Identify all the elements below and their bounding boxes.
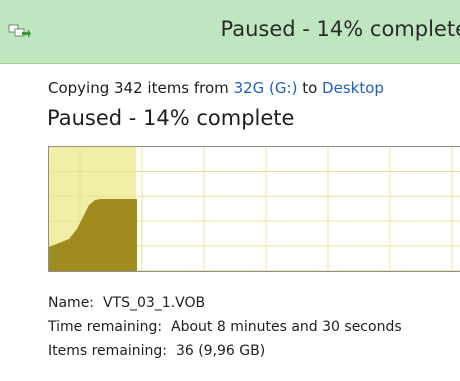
copy-summary: Copying 342 items from 32G (G:) to Deskt… <box>48 79 384 97</box>
details-panel: Name: VTS_03_1.VOB Time remaining: About… <box>48 291 402 363</box>
items-remaining-row: Items remaining: 36 (9,96 GB) <box>48 339 402 363</box>
window-title: Paused - 14% complete <box>220 17 460 41</box>
file-copy-icon <box>8 24 31 38</box>
source-link[interactable]: 32G (G:) <box>234 79 298 97</box>
copy-middle: to <box>297 79 323 97</box>
copy-prefix: Copying 342 items from <box>48 79 234 97</box>
speed-graph-canvas <box>49 147 460 271</box>
items-remaining-label: Items remaining: <box>48 343 168 359</box>
title-bar[interactable]: Paused - 14% complete <box>0 0 460 64</box>
name-label: Name: <box>48 295 95 311</box>
name-value: VTS_03_1.VOB <box>102 295 206 311</box>
time-remaining-label: Time remaining: <box>48 319 163 335</box>
items-remaining-value: 36 (9,96 GB) <box>175 343 266 359</box>
time-remaining-row: Time remaining: About 8 minutes and 30 s… <box>48 315 402 339</box>
speed-graph <box>48 146 460 272</box>
status-heading: Paused - 14% complete <box>47 106 295 130</box>
time-remaining-value: About 8 minutes and 30 seconds <box>171 319 402 335</box>
name-row: Name: VTS_03_1.VOB <box>48 291 402 315</box>
destination-link[interactable]: Desktop <box>322 79 384 97</box>
